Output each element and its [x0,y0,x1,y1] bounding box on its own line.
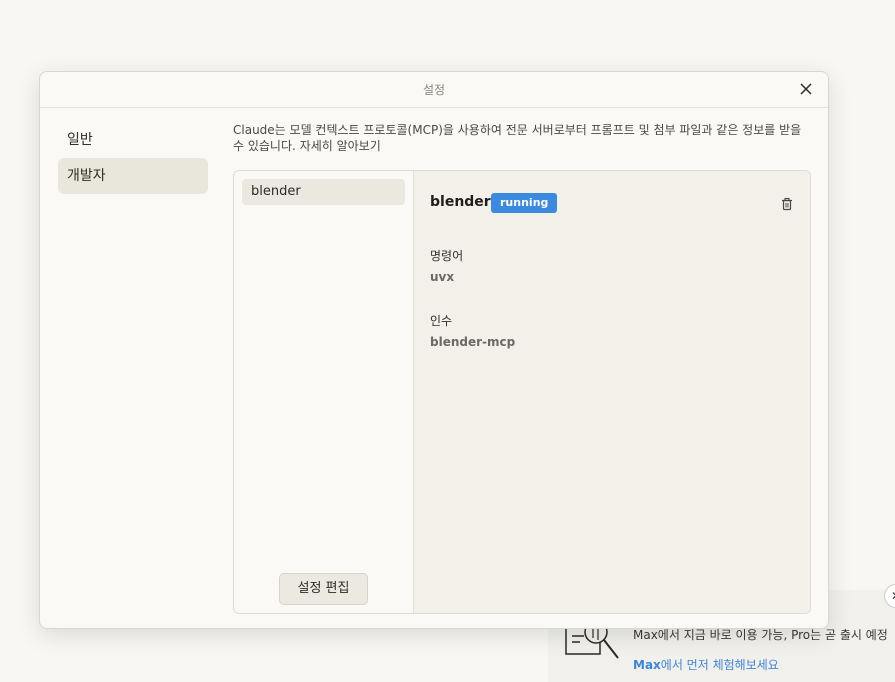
status-badge: running [491,193,558,213]
mcp-servers-panel: blender 설정 편집 blender running 명령어 uvx 인수… [233,170,811,614]
developer-description: Claude는 모델 컨텍스트 프로토콜(MCP)을 사용하여 전문 서버로부터… [233,122,813,154]
close-button[interactable] [798,81,814,97]
learn-more-link[interactable]: 자세히 알아보기 [300,139,381,153]
server-list: blender 설정 편집 [234,171,414,613]
modal-header: 설정 [40,72,828,108]
trash-icon [782,197,792,211]
delete-server-button[interactable] [780,196,794,211]
args-value: blender-mcp [430,335,516,349]
settings-sidebar: 일반 개발자 [58,122,208,194]
server-detail: blender running 명령어 uvx 인수 blender-mcp [414,171,810,613]
server-name: blender [430,194,491,210]
sidebar-item-general[interactable]: 일반 [58,122,208,158]
command-label: 명령어 [430,249,464,263]
sidebar-item-developer[interactable]: 개발자 [58,158,208,194]
promo-link[interactable]: Max에서 먼저 체험해보세요 [633,656,779,673]
args-label: 인수 [430,314,453,328]
close-icon [800,83,812,95]
modal-title: 설정 [422,83,446,97]
edit-config-button[interactable]: 설정 편집 [279,573,368,605]
promo-link-rest: 에서 먼저 체험해보세요 [660,658,779,672]
server-item-blender[interactable]: blender [242,179,405,205]
command-value: uvx [430,270,455,284]
promo-link-strong: Max [633,658,661,672]
settings-modal: 설정 일반 개발자 Claude는 모델 컨텍스트 프로토콜(MCP)을 사용하… [39,71,829,629]
